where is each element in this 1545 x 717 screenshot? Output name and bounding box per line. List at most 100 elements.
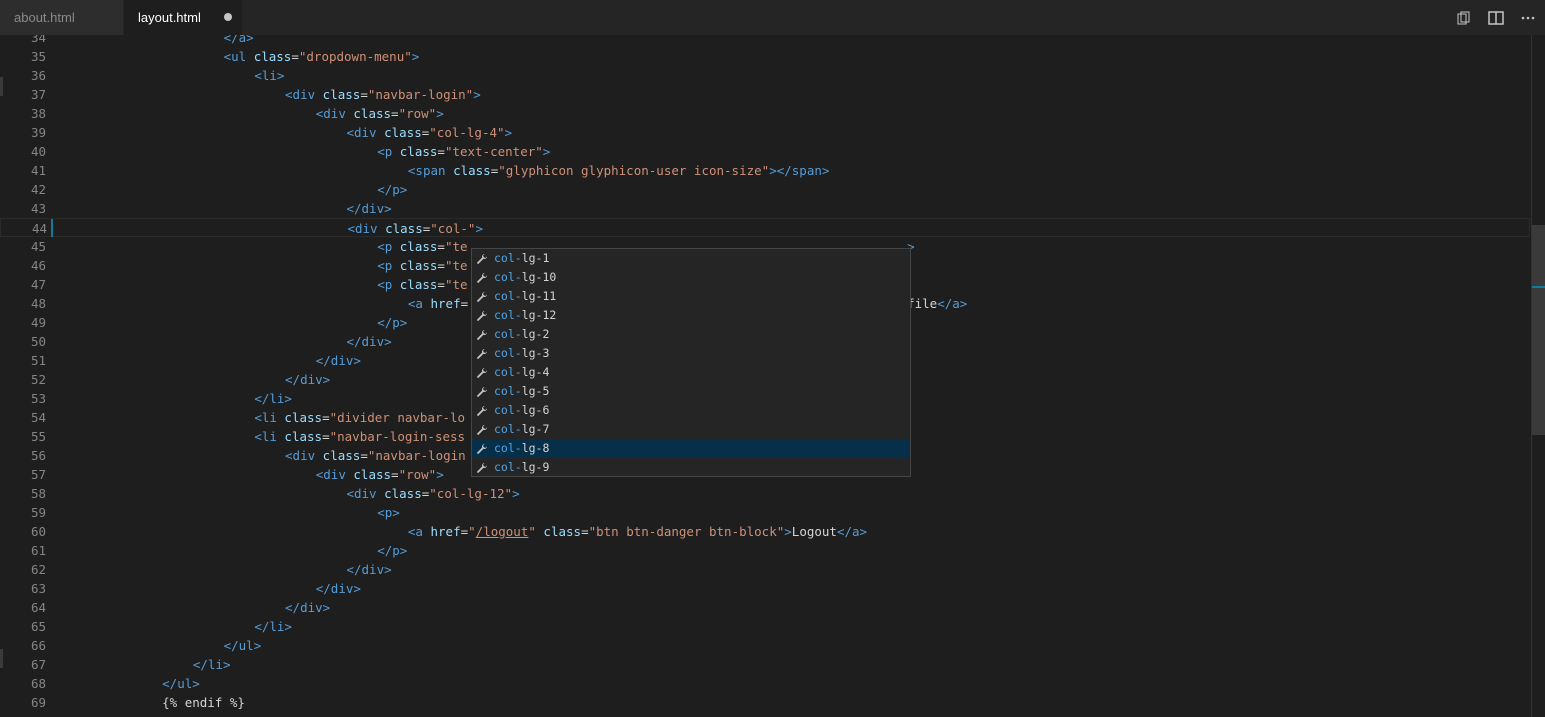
code-line[interactable]: 35 <ul class="dropdown-menu"> [0, 47, 1530, 66]
more-icon[interactable] [1519, 9, 1537, 27]
suggest-item[interactable]: col-lg-8 [472, 439, 910, 458]
suggest-match: col- [494, 327, 522, 341]
suggest-rest: lg-6 [521, 403, 550, 417]
code-token: </a> [836, 524, 868, 539]
line-number: 42 [30, 182, 46, 197]
split-editor-icon[interactable] [1487, 9, 1505, 27]
code-line[interactable]: 43 </div> [0, 199, 1530, 218]
code-token: <li [254, 410, 277, 425]
suggest-item[interactable]: col-lg-11 [472, 287, 910, 306]
code-token: > [512, 486, 520, 501]
suggest-match: col- [494, 384, 522, 398]
code-token: > [542, 144, 551, 159]
code-line[interactable]: 67 </li> [0, 655, 1530, 674]
code-line[interactable]: 63 </div> [0, 579, 1530, 598]
tab-layout-html[interactable]: layout.html [124, 0, 242, 35]
line-content: <p> [377, 503, 400, 522]
wrench-icon [476, 423, 488, 435]
suggest-item[interactable]: col-lg-4 [472, 363, 910, 382]
suggest-item[interactable]: col-lg-7 [472, 420, 910, 439]
code-line[interactable]: 68 </ul> [0, 674, 1530, 693]
copy-icon[interactable] [1455, 9, 1473, 27]
code-line[interactable]: 36 <li> [0, 66, 1530, 85]
code-token: </li> [254, 391, 292, 406]
suggest-match: col- [494, 460, 522, 474]
line-content: <li class="navbar-login-sess [254, 427, 465, 446]
line-content: <li class="divider navbar-lo [254, 408, 465, 427]
line-content-tail: file</a> [907, 294, 967, 313]
suggest-rest: lg-2 [521, 327, 550, 341]
code-token: class [384, 125, 422, 140]
line-content: </div> [285, 370, 330, 389]
line-content: <a href="/logout" class="btn btn-danger … [408, 522, 867, 541]
suggest-item-label: col-lg-10 [494, 268, 556, 287]
code-line[interactable]: 65 </li> [0, 617, 1530, 636]
suggest-rest: lg-7 [521, 422, 550, 436]
suggest-rest: lg-12 [521, 308, 557, 322]
code-line[interactable]: 40 <p class="text-center"> [0, 142, 1530, 161]
code-token: </ul> [223, 638, 262, 653]
suggest-item[interactable]: col-lg-10 [472, 268, 910, 287]
suggest-item[interactable]: col-lg-2 [472, 325, 910, 344]
code-token: class [399, 277, 438, 292]
code-line[interactable]: 60 <a href="/logout" class="btn btn-dange… [0, 522, 1530, 541]
line-content: <ul class="dropdown-menu"> [224, 47, 420, 66]
code-token: file [907, 296, 938, 311]
code-line[interactable]: 61 </p> [0, 541, 1530, 560]
code-line[interactable]: 42 </p> [0, 180, 1530, 199]
code-token: href [430, 296, 461, 311]
line-number: 49 [30, 315, 46, 330]
code-token: <li [254, 429, 277, 444]
code-line[interactable]: 62 </div> [0, 560, 1530, 579]
line-content: <a href= [408, 294, 468, 313]
code-token: = [437, 144, 445, 159]
line-number: 35 [30, 49, 46, 64]
suggest-item-label: col-lg-1 [494, 249, 549, 268]
code-token: "te [444, 258, 468, 273]
code-token: <div [347, 221, 378, 236]
suggest-item[interactable]: col-lg-12 [472, 306, 910, 325]
code-line[interactable]: 37 <div class="navbar-login"> [0, 85, 1530, 104]
suggest-item[interactable]: col-lg-5 [472, 382, 910, 401]
suggest-item[interactable]: col-lg-1 [472, 249, 910, 268]
code-token: class [453, 163, 491, 178]
suggest-item[interactable]: col-lg-3 [472, 344, 910, 363]
unsaved-dot-icon[interactable] [224, 13, 232, 21]
suggest-match: col- [494, 289, 522, 303]
code-line[interactable]: 38 <div class="row"> [0, 104, 1530, 123]
line-number: 67 [30, 657, 46, 672]
suggest-item[interactable]: col-lg-9 [472, 458, 910, 477]
code-token: class [284, 410, 323, 425]
code-token: </div> [285, 372, 331, 387]
code-token: "row" [398, 106, 437, 121]
line-content: </p> [377, 180, 407, 199]
code-token: class [399, 144, 438, 159]
wrench-icon [476, 442, 488, 454]
suggest-item[interactable]: col-lg-6 [472, 401, 910, 420]
wrench-icon [476, 404, 488, 416]
line-number: 46 [30, 258, 46, 273]
code-token: <a [407, 524, 423, 539]
code-line[interactable]: 66 </ul> [0, 636, 1530, 655]
code-token: "navbar-login-sess [329, 429, 466, 444]
tab-about-html[interactable]: about.html [0, 0, 123, 35]
code-token: "btn btn-danger btn-block" [588, 524, 785, 539]
code-token: "col-lg-4" [429, 125, 505, 140]
vertical-scrollbar[interactable] [1532, 225, 1545, 435]
code-line[interactable]: 34 </a> [0, 35, 1530, 47]
code-line[interactable]: 58 <div class="col-lg-12"> [0, 484, 1530, 503]
code-token: class [353, 106, 392, 121]
code-token: </div> [315, 581, 361, 596]
code-line[interactable]: 39 <div class="col-lg-4"> [0, 123, 1530, 142]
code-line[interactable]: 44 <div class="col-"> [0, 218, 1530, 237]
tab-bar: about.html layout.html [0, 0, 1545, 35]
line-number: 61 [30, 543, 46, 558]
suggest-rest: lg-4 [521, 365, 550, 379]
code-line[interactable]: 59 <p> [0, 503, 1530, 522]
code-line[interactable]: 41 <span class="glyphicon glyphicon-user … [0, 161, 1530, 180]
code-line[interactable]: 64 </div> [0, 598, 1530, 617]
code-token: class [322, 87, 361, 102]
code-line[interactable]: 69 {% endif %} [0, 693, 1530, 712]
